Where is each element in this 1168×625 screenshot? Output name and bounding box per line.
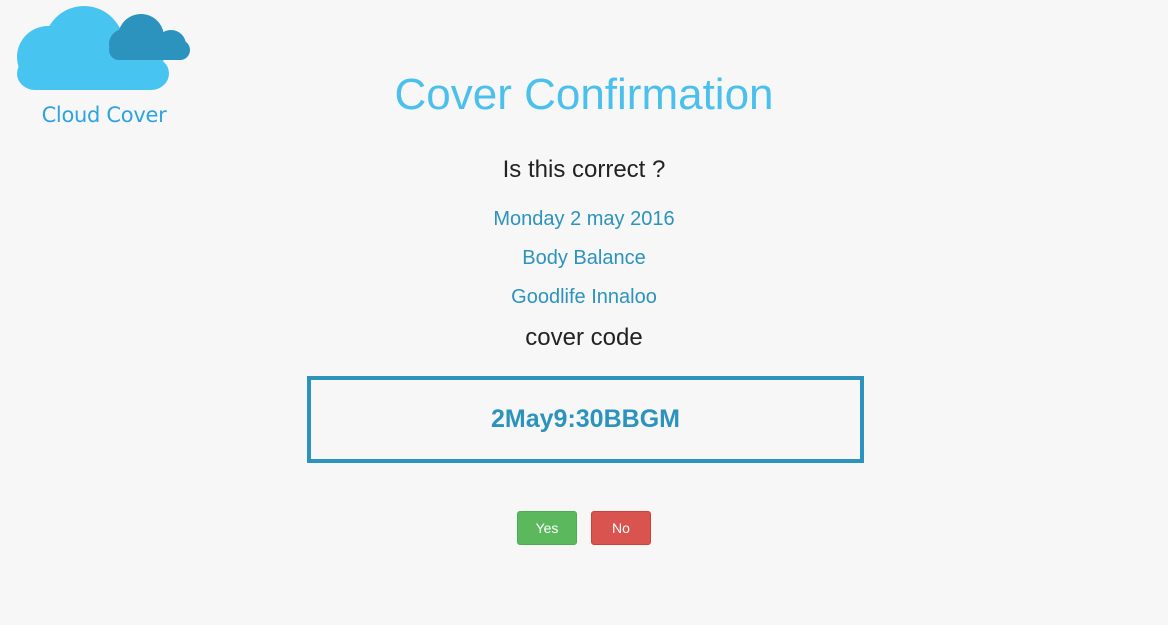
cover-code-value: 2May9:30BBGM	[491, 405, 680, 433]
no-button[interactable]: No	[591, 511, 651, 545]
cover-code-box: 2May9:30BBGM	[307, 376, 864, 463]
yes-button[interactable]: Yes	[517, 511, 577, 545]
cover-code-label: cover code	[525, 324, 643, 351]
cover-location: Goodlife Innaloo	[511, 286, 657, 308]
confirmation-question: Is this correct ?	[502, 156, 666, 183]
page-title: Cover Confirmation	[394, 70, 774, 119]
cover-date: Monday 2 may 2016	[493, 208, 675, 230]
cover-class-name: Body Balance	[522, 247, 646, 269]
